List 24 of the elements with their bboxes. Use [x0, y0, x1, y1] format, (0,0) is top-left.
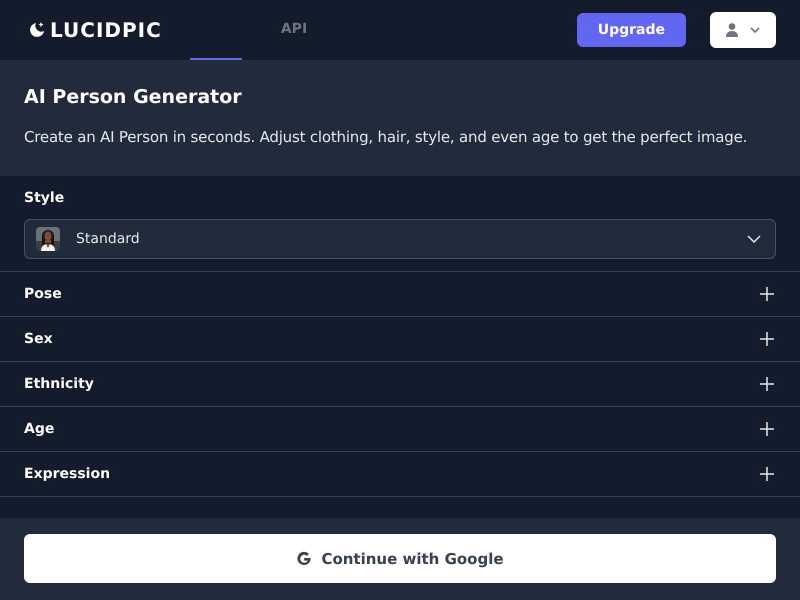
user-menu-button[interactable] [710, 12, 776, 48]
google-signin-button[interactable]: Continue with Google [24, 534, 776, 583]
plus-icon [760, 422, 774, 436]
logo-text: LUCIDPIC [50, 18, 162, 42]
accordion-row[interactable]: Expression [0, 452, 800, 497]
plus-icon [760, 287, 774, 301]
style-select[interactable]: Standard [24, 219, 776, 259]
accordion-row[interactable]: Ethnicity [0, 362, 800, 407]
style-label: Style [24, 190, 66, 206]
nav-tab[interactable]: API [268, 0, 320, 60]
plus-icon [760, 332, 774, 346]
chevron-down-icon [750, 27, 760, 33]
accordion-row[interactable]: Sex [0, 317, 800, 362]
accordion-row[interactable]: Pose [0, 272, 800, 317]
plus-icon [760, 467, 774, 481]
google-icon [296, 550, 312, 566]
moon-logo-icon [28, 21, 46, 39]
upgrade-button[interactable]: Upgrade [576, 13, 686, 47]
user-icon [726, 23, 738, 37]
accordion-row[interactable]: Age [0, 407, 800, 452]
chevron-down-icon [747, 235, 761, 243]
page-description: Create an AI Person in seconds. Adjust clothing, hair, style, and even age to get the perfect image. [24, 128, 748, 146]
plus-icon [760, 377, 774, 391]
page-title: AI Person Generator [24, 86, 243, 108]
